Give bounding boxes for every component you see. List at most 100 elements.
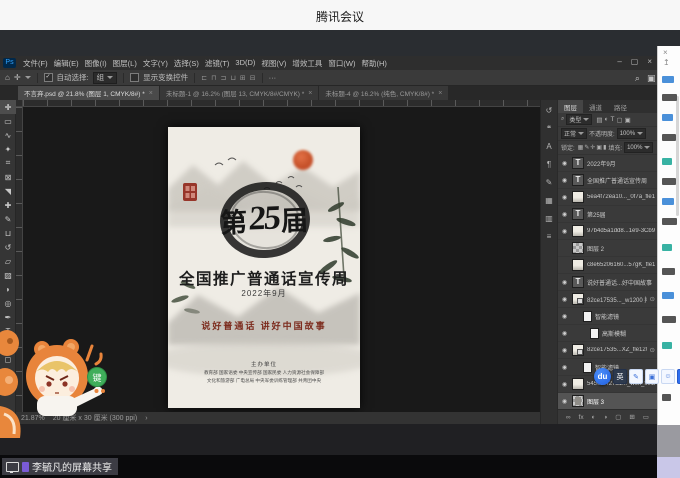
opacity-dropdown[interactable]: 100% [617,128,646,139]
lasso-tool[interactable]: ∿ [0,128,16,142]
layer-thumbnail[interactable] [590,328,599,339]
eyedropper-tool[interactable]: ◥ [0,184,16,198]
lock-artboard-icon[interactable]: ▣ [596,144,602,151]
delete-layer-icon[interactable]: ▭ [643,413,649,421]
home-icon[interactable]: ⌂ [5,73,10,82]
ime-logo-icon[interactable]: du [594,368,611,385]
layer-visibility-toggle[interactable]: ◉ [560,347,569,354]
layer-mask-icon[interactable]: ◐ [592,414,596,421]
comments-panel-icon[interactable]: ❝ [547,124,551,133]
layer-thumbnail[interactable] [572,293,584,305]
menu-item-0[interactable]: 文件(F) [20,58,51,69]
layer-style-icon[interactable]: fx [579,414,584,421]
chat-scrollbar[interactable] [676,96,679,216]
layer-row[interactable]: ◉图层 3 [558,393,657,410]
ime-mode-icon[interactable]: 英 [613,369,627,384]
screen-share-chip[interactable]: 李毓凡的屏幕共享 [2,458,118,475]
align-right-icon[interactable]: ⊐ [220,74,226,82]
blend-mode-dropdown[interactable]: 正常 [561,128,587,139]
align-bottom-icon[interactable]: ⊔ [230,74,235,82]
menu-item-5[interactable]: 选择(S) [171,58,202,69]
layer-visibility-toggle[interactable]: ◉ [560,330,569,337]
swatches-panel-icon[interactable]: ▦ [545,196,553,205]
menu-item-9[interactable]: 增效工具 [289,58,325,69]
new-layer-icon[interactable]: ⊞ [629,413,634,421]
layer-row[interactable]: ◉T第25届 [558,206,657,223]
brush-tool[interactable]: ✎ [0,212,16,226]
layer-thumbnail[interactable]: T [572,208,584,220]
lock-position-icon[interactable]: ✛ [590,144,595,151]
lock-transparent-icon[interactable]: ▦ [578,144,584,151]
magic-wand-tool[interactable]: ✦ [0,142,16,156]
align-center-icon[interactable]: ⊓ [211,74,216,82]
filter-kind-dropdown[interactable]: 类型 [566,114,592,125]
layer-visibility-toggle[interactable]: ◉ [560,279,569,286]
filter-adjustment-layers-icon[interactable]: ◐ [605,116,609,124]
adjustment-layer-icon[interactable]: ◑ [603,414,607,421]
frame-tool[interactable]: ⊠ [0,170,16,184]
chat-share-icon[interactable]: ↥ [663,58,670,67]
layer-row[interactable]: ◉T说好普通话...好中国故事 [558,274,657,291]
tab-layers[interactable]: 图层 [558,100,583,113]
layer-visibility-toggle[interactable]: ◉ [560,364,569,371]
chevron-down-icon[interactable] [25,76,31,79]
filter-type-layers-icon[interactable]: T [610,116,614,124]
rectangular-marquee-tool[interactable]: ▭ [0,114,16,128]
workspace-icon[interactable]: ▣ [647,73,656,84]
layer-thumbnail[interactable] [572,242,584,254]
layer-row[interactable]: c8e65206160...57gK_fle1200 [558,257,657,274]
layer-row[interactable]: ◉T全国推广普通话宣传周 [558,172,657,189]
ime-toolbox-icon[interactable]: ▣ [645,369,659,384]
search-icon[interactable]: ⌕ [561,116,564,123]
ime-emoji-icon[interactable]: ☺ [661,369,675,384]
move-tool[interactable]: ✛ [0,100,16,114]
close-icon[interactable]: × [647,57,652,67]
layer-visibility-toggle[interactable]: ◉ [560,313,569,320]
menu-item-3[interactable]: 图层(L) [110,58,140,69]
menu-item-7[interactable]: 3D(D) [232,58,258,69]
tab-paths[interactable]: 路径 [608,100,633,113]
lock-paint-icon[interactable]: ✎ [584,144,589,151]
layer-row[interactable]: ◉智能滤镜 [558,308,657,325]
filter-pixel-layers-icon[interactable]: ▤ [596,116,602,124]
filter-smart-objects-icon[interactable]: ▣ [625,116,631,124]
tab-close-icon[interactable]: × [149,90,153,97]
align-left-icon[interactable]: ⊏ [201,74,207,82]
layer-thumbnail[interactable] [572,259,584,271]
more-options-icon[interactable]: ··· [269,73,277,82]
ime-toolbar[interactable]: du 英✎▣☺⊞ [594,368,680,385]
auto-select-dropdown[interactable]: 组 [93,72,118,84]
layer-thumbnail[interactable] [583,362,592,373]
restore-icon[interactable]: ▢ [631,57,639,67]
menu-item-2[interactable]: 图像(I) [82,58,110,69]
ime-pen-icon[interactable]: ✎ [629,369,643,384]
document-tab-2[interactable]: 未标题-4 @ 16.2% (纯色, CMYK/8#) *× [319,86,448,100]
history-brush-tool[interactable]: ↺ [0,240,16,254]
pen-tool[interactable]: ✒ [0,310,16,324]
layer-row[interactable]: ◉T2022年9月 [558,155,657,172]
clone-stamp-tool[interactable]: ⊔ [0,226,16,240]
layer-thumbnail[interactable]: T [572,157,584,169]
smart-filter-badge-icon[interactable]: ⊙ [650,346,655,354]
menu-item-11[interactable]: 帮助(H) [359,58,390,69]
menu-item-6[interactable]: 滤镜(T) [202,58,233,69]
layer-visibility-toggle[interactable]: ◉ [560,194,569,201]
layer-row[interactable]: ◉97b4d5a1dd8...1e9-3Cb9W [558,223,657,240]
character-panel-icon[interactable]: A [546,142,551,151]
distribute-h-icon[interactable]: ⊞ [240,74,246,82]
fill-dropdown[interactable]: 100% [624,142,653,153]
filter-layer-groups-icon[interactable]: ▢ [616,116,622,124]
show-transform-checkbox[interactable] [130,73,139,82]
gradient-tool[interactable]: ▨ [0,268,16,282]
history-panel-icon[interactable]: ↺ [546,106,553,115]
chat-close-icon[interactable]: × [663,48,668,57]
poster-document[interactable]: 第25届 全国推广普通话宣传周 2022年9月 说好普通话 讲好中国故事 主办单… [168,127,360,408]
layer-thumbnail[interactable] [572,191,584,203]
distribute-v-icon[interactable]: ⊟ [250,74,256,82]
smart-filter-badge-icon[interactable]: ⊙ [650,295,655,303]
layer-thumbnail[interactable] [583,311,592,322]
layer-visibility-toggle[interactable]: ◉ [560,296,569,303]
menu-item-10[interactable]: 窗口(W) [325,58,358,69]
layer-row[interactable]: ◉5ea4f72ea10..._0f7a_fle1200 [558,189,657,206]
properties-panel-icon[interactable]: ≡ [547,232,552,241]
